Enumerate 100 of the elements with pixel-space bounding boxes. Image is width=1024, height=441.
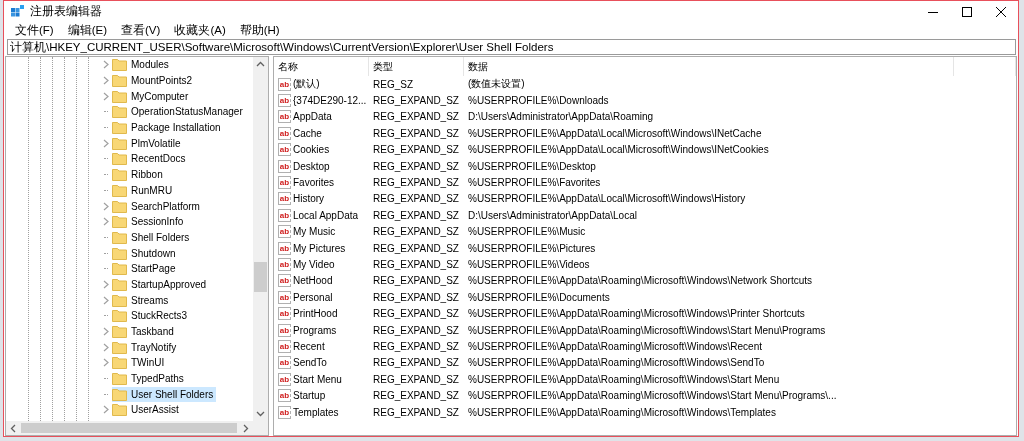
table-cell-text: REG_EXPAND_SZ [372,127,460,139]
table-cell-text: REG_EXPAND_SZ [372,324,460,336]
menu-item[interactable]: 帮助(H) [232,23,287,38]
table-cell-text: %USERPROFILE%\Favorites [467,177,601,189]
table-cell-text: REG_EXPAND_SZ [372,357,460,369]
table-cell-text: %USERPROFILE%\AppData\Local\Microsoft\Windows\INetCache [467,127,762,139]
app-icon [11,5,24,18]
folder-icon [112,89,127,103]
folder-icon [112,58,127,72]
table-cell-text: REG_EXPAND_SZ [372,177,460,189]
tree-item[interactable]: UserAssist [112,402,182,418]
value-name: Personal [293,291,333,303]
table-cell-text: REG_EXPAND_SZ [372,291,460,303]
table-cell-text: REG_EXPAND_SZ [372,226,460,238]
tree-item[interactable]: Shutdown [112,245,179,261]
folder-icon [112,121,127,135]
string-value-icon: ab [278,405,291,419]
value-name: {374DE290-12... [293,95,367,107]
table-cell-text: REG_EXPAND_SZ [372,308,460,320]
folder-icon [112,183,127,197]
table-cell-text: REG_EXPAND_SZ [372,340,460,352]
value-name: Cache [293,127,322,139]
table-cell-text: REG_SZ [372,78,414,90]
table-cell-text: %USERPROFILE%\AppData\Roaming\Microsoft\Windows\Recent [467,340,762,352]
tree-item[interactable]: MountPoints2 [112,73,196,89]
tree-item[interactable]: MyComputer [112,88,192,104]
tree-item[interactable]: PlmVolatile [112,135,184,151]
folder-icon [112,246,127,260]
folder-icon [112,262,127,276]
string-value-icon: ab [278,192,291,206]
value-name: NetHood [293,275,333,287]
string-value-icon: ab [278,372,291,386]
tree-item[interactable]: Streams [112,292,172,308]
string-value-icon: ab [278,323,291,337]
tree-item[interactable]: RecentDocs [112,151,189,167]
folder-icon [112,309,127,323]
column-header[interactable]: 数据 [464,57,954,76]
value-name: Cookies [293,144,330,156]
table-cell-text: %USERPROFILE%\AppData\Roaming\Microsoft\Windows\SendTo [467,357,765,369]
value-name: My Pictures [293,242,346,254]
tree-item[interactable]: SessionInfo [112,214,187,230]
string-value-icon: ab [278,176,291,190]
table-cell-text: REG_EXPAND_SZ [372,259,460,270]
table-cell-text: %USERPROFILE%\Music [467,226,586,238]
string-value-icon: ab [278,274,291,288]
tree-item[interactable]: TypedPaths [112,371,187,387]
value-name: Programs [293,324,337,336]
folder-icon [112,105,127,119]
value-name: Templates [293,406,339,418]
menu-item[interactable]: 收藏夹(A) [167,23,233,38]
string-value-icon: ab [278,389,291,403]
string-value-icon: ab [278,126,291,140]
tree-item[interactable]: Package Installation [112,120,224,136]
tree-item[interactable]: TrayNotify [112,339,180,355]
column-header[interactable]: 名称 [274,57,369,76]
string-value-icon: ab [278,143,291,157]
scrollbar-thumb[interactable] [254,262,267,292]
table-cell-text: REG_EXPAND_SZ [372,111,460,123]
tree-item[interactable]: Taskband [112,324,177,340]
table-cell-text: %USERPROFILE%\Pictures [467,242,596,254]
string-value-icon: ab [278,258,291,271]
menu-item[interactable]: 查看(V) [114,23,168,38]
table-cell-text: (数值未设置) [467,77,525,92]
table-cell-text: %USERPROFILE%\AppData\Local\Microsoft\Windows\History [467,193,746,205]
string-value-icon: ab [278,225,291,239]
tree-item[interactable]: SearchPlatform [112,198,203,214]
menu-item[interactable]: 文件(F) [8,23,61,38]
table-cell-text: REG_EXPAND_SZ [372,275,460,287]
folder-icon [112,199,127,213]
table-cell-text: REG_EXPAND_SZ [372,209,460,221]
column-header[interactable]: 类型 [369,57,464,76]
tree-item[interactable]: StartPage [112,261,179,277]
tree-item[interactable]: User Shell Folders [112,386,217,402]
table-cell-text: REG_EXPAND_SZ [372,144,460,156]
tree-item[interactable]: TWinUI [112,355,168,371]
window-title: 注册表编辑器 [30,3,103,20]
tree-item[interactable]: OperationStatusManager [112,104,246,120]
scrollbar-thumb[interactable] [21,423,237,433]
table-cell-text: REG_EXPAND_SZ [372,406,460,418]
string-value-icon: ab [278,339,291,353]
tree-item[interactable]: Shell Folders [112,229,193,245]
folder-icon [112,152,127,166]
address-field[interactable]: 计算机\HKEY_CURRENT_USER\Software\Microsoft\Windows\CurrentVersion\Explorer\User Shell Folders [7,39,1016,55]
value-name: (默认) [293,77,320,92]
tree-item[interactable]: Modules [112,57,172,73]
folder-icon [112,215,127,229]
table-cell-text: D:\Users\Administrator\AppData\Roaming [467,111,654,123]
tree-item[interactable]: StartupApproved [112,276,210,292]
table-cell-text: %USERPROFILE%\AppData\Roaming\Microsoft\Windows\Templates [467,406,776,418]
tree-item[interactable]: RunMRU [112,182,176,198]
table-cell-text: D:\Users\Administrator\AppData\Local [467,209,637,221]
value-name: Local AppData [293,209,359,221]
folder-icon [112,293,127,307]
table-cell-text: REG_EXPAND_SZ [372,373,460,385]
table-cell-text: %USERPROFILE%\AppData\Roaming\Microsoft\Windows\Start Menu\Programs\... [467,390,837,402]
menu-item[interactable]: 编辑(E) [60,23,115,38]
tree-item[interactable]: Ribbon [112,167,166,183]
tree-item[interactable]: StuckRects3 [112,308,191,324]
folder-icon [112,325,127,339]
table-cell-text: %USERPROFILE%\Documents [467,291,610,303]
